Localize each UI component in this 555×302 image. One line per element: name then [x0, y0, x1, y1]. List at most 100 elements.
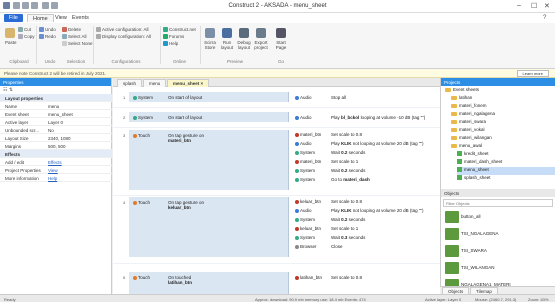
action-row[interactable]: keluar_btn Set scale to 1 — [295, 226, 435, 234]
learn-more-button[interactable]: Learn more — [516, 70, 549, 77]
status-ready: Ready — [4, 296, 16, 302]
action-row[interactable]: System Wait 0.2 seconds — [295, 217, 435, 225]
group-preview: Preview — [226, 59, 243, 64]
paste-icon[interactable] — [5, 28, 15, 38]
folder-item[interactable]: materi_vokal — [451, 127, 555, 135]
action-text: Play bl_bckol looping at volume -10 dB (… — [331, 115, 426, 120]
property-row[interactable]: Unbounded scr... No — [0, 126, 112, 134]
folder-item[interactable]: menu_awal — [451, 143, 555, 151]
event-sheet-item[interactable]: menu_sheet — [457, 167, 555, 175]
object-item[interactable]: TSI_SWARA — [445, 243, 555, 259]
scirra-store-button[interactable]: Scirra Store — [202, 40, 218, 50]
property-link[interactable]: View — [48, 168, 58, 173]
help-link[interactable]: Help — [163, 41, 178, 47]
action-row[interactable]: System Wait 0.2 seconds — [295, 150, 435, 158]
construct-net-link[interactable]: Construct.net — [163, 27, 196, 33]
undo-button[interactable]: Undo — [39, 27, 56, 33]
maximize-button[interactable]: ☐ — [531, 2, 537, 10]
object-icon — [295, 141, 299, 146]
object-item[interactable]: TSI_WILANGAN — [445, 260, 555, 276]
event-row[interactable]: 3 Touch On tap gesture on materi_btn mat… — [113, 130, 440, 190]
folder-item[interactable]: materi_wilangan — [451, 135, 555, 143]
event-condition[interactable] — [129, 272, 289, 294]
start-page-button[interactable]: Start Page — [273, 40, 289, 50]
property-category[interactable]: Layout properties — [0, 94, 112, 102]
action-row[interactable]: System Go to materi_dash — [295, 177, 435, 185]
property-row[interactable]: More information Help — [0, 174, 112, 182]
object-item[interactable]: TSI_NGALAGENA — [445, 226, 555, 242]
menu-events[interactable]: Events — [67, 14, 94, 22]
property-row[interactable]: Layout Size 2340, 1080 — [0, 134, 112, 142]
action-row[interactable]: Audio Play KLIK not looping at volume 20 … — [295, 208, 435, 216]
tab-splash[interactable]: splash — [117, 79, 143, 87]
scirra-store-icon[interactable] — [205, 28, 215, 38]
redo-button[interactable]: Redo — [39, 34, 56, 40]
event-sheet[interactable]: 1 System On start of layout Audio Stop a… — [113, 87, 440, 294]
export-project-icon[interactable] — [256, 28, 266, 38]
minimize-button[interactable]: – — [517, 2, 521, 9]
select-all-button[interactable]: Select All — [62, 34, 87, 40]
event-sheet-item[interactable]: splash_sheet — [457, 175, 555, 183]
action-object: System — [295, 177, 315, 182]
property-row[interactable]: Event sheet menu_sheet — [0, 110, 112, 118]
property-link[interactable]: Effects — [48, 160, 62, 165]
folder-item[interactable]: materi_swara — [451, 119, 555, 127]
event-row[interactable]: 5 Touch On touched latihan_btn latihan_b… — [113, 272, 440, 294]
property-row[interactable]: Project Properties View — [0, 166, 112, 174]
touch-icon — [133, 133, 137, 138]
folder-item[interactable]: materi_ngalagena — [451, 111, 555, 119]
start-page-icon[interactable] — [276, 28, 286, 38]
display-configuration-dropdown[interactable]: Display configuration: All — [96, 34, 151, 40]
system-icon — [133, 115, 137, 120]
event-row[interactable]: 4 Touch On tap gesture on keluar_btn kel… — [113, 197, 440, 257]
close-button[interactable]: ✕ — [544, 2, 550, 10]
object-icon — [295, 168, 299, 173]
event-condition[interactable] — [129, 197, 289, 257]
export-project-button[interactable]: Export project — [253, 40, 269, 50]
debug-layout-button[interactable]: Debug layout — [236, 40, 252, 50]
property-category[interactable]: Effects — [0, 150, 112, 158]
cut-button[interactable]: Cut — [18, 27, 31, 33]
action-text: Wait 0.3 seconds — [331, 235, 366, 240]
property-row[interactable]: Margins 500, 500 — [0, 142, 112, 150]
folder-item[interactable]: Event sheets — [445, 87, 555, 95]
debug-layout-icon[interactable] — [239, 28, 249, 38]
objects-filter-input[interactable] — [443, 199, 553, 207]
action-row[interactable]: System Wait 0.2 seconds — [295, 168, 435, 176]
folder-item[interactable]: latihan — [451, 95, 555, 103]
action-row[interactable]: keluar_btn Set scale to 0.8 — [295, 199, 435, 207]
window-title: Construct 2 - AKSADA - menu_sheet — [228, 3, 327, 9]
property-key: Margins — [5, 143, 22, 149]
event-condition[interactable] — [129, 130, 289, 190]
tab-menu[interactable]: menu — [143, 79, 167, 87]
menu-file[interactable]: File — [4, 14, 23, 22]
action-row[interactable]: Browser Close — [295, 244, 435, 252]
event-sheet-item[interactable]: kredit_sheet — [457, 151, 555, 159]
event-number: 1 — [123, 95, 126, 100]
property-row[interactable]: Active layer Layer 0 — [0, 118, 112, 126]
tab-menu-sheet[interactable]: menu_sheet × — [167, 79, 210, 87]
folder-item[interactable]: materi_fonem — [451, 103, 555, 111]
object-item[interactable]: button_all — [445, 209, 555, 225]
close-tab-icon[interactable]: × — [201, 81, 204, 86]
copy-button[interactable]: Copy — [18, 34, 35, 40]
property-link[interactable]: Help — [48, 176, 57, 181]
help-icon[interactable]: ? — [543, 15, 546, 21]
event-sheet-item[interactable]: materi_dash_sheet — [457, 159, 555, 167]
paste-label[interactable]: Paste — [5, 40, 17, 45]
select-all-icon — [62, 34, 67, 40]
action-row[interactable]: materi_btn Set scale to 0.8 — [295, 132, 435, 140]
property-row[interactable]: Add / edit Effects — [0, 158, 112, 166]
action-row[interactable]: System Wait 0.3 seconds — [295, 235, 435, 243]
select-none-button[interactable]: Select None — [62, 41, 93, 47]
active-configuration-dropdown[interactable]: Active configuration: All — [96, 27, 149, 33]
property-row[interactable]: Name menu — [0, 102, 112, 110]
delete-button[interactable]: Delete — [62, 27, 81, 33]
run-layout-icon[interactable] — [222, 28, 232, 38]
action-row[interactable]: materi_btn Set scale to 1 — [295, 159, 435, 167]
action-row[interactable]: Audio Play KLIK not looping at volume 20 … — [295, 141, 435, 149]
run-layout-button[interactable]: Run layout — [219, 40, 235, 50]
forums-link[interactable]: Forums — [163, 34, 184, 40]
event-row[interactable]: 1 System On start of layout Audio Stop a… — [113, 92, 440, 102]
event-row[interactable]: 2 System On start of layout Audio Play b… — [113, 112, 440, 122]
